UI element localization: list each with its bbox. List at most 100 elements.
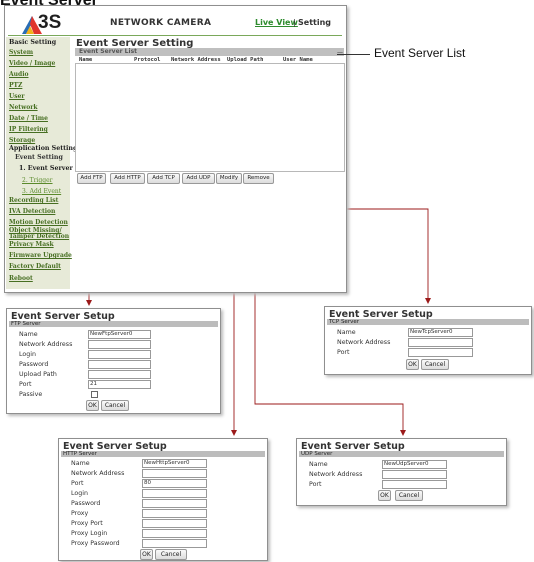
- name-field[interactable]: NewTcpServer0: [408, 328, 473, 337]
- name-label: Name: [19, 331, 38, 338]
- sidebar-basic-setting: Basic Setting: [9, 39, 57, 46]
- http-setup-dialog: Event Server Setup HTTP Server Name NewH…: [58, 438, 268, 561]
- cancel-button[interactable]: Cancel: [101, 400, 129, 411]
- name-field[interactable]: NewHttpServer0: [142, 459, 207, 468]
- network-address-label: Network Address: [309, 471, 363, 478]
- setting-link[interactable]: Setting: [298, 18, 331, 27]
- proxy-port-label: Proxy Port: [71, 520, 103, 527]
- port-field[interactable]: [408, 348, 473, 357]
- cancel-button[interactable]: Cancel: [155, 549, 187, 560]
- cancel-button[interactable]: Cancel: [421, 359, 449, 370]
- ftp-arrowhead: [86, 300, 92, 306]
- upload-path-field[interactable]: [88, 370, 151, 379]
- port-field[interactable]: 21: [88, 380, 151, 389]
- udp-arrowhead: [400, 430, 406, 436]
- ok-button[interactable]: OK: [86, 400, 99, 411]
- udp-setup-dialog: Event Server Setup UDP Server Name NewUd…: [296, 438, 507, 506]
- sidebar-item-add-event[interactable]: 3. Add Event: [22, 188, 61, 195]
- sidebar-event-setting: Event Setting: [15, 154, 63, 161]
- port-field[interactable]: 80: [142, 479, 207, 488]
- name-field[interactable]: NewUdpServer0: [382, 460, 447, 469]
- proxy-field[interactable]: [142, 509, 207, 518]
- ftp-setup-dialog: Event Server Setup FTP Server Name NewFt…: [6, 308, 221, 414]
- ok-button[interactable]: OK: [140, 549, 153, 560]
- password-field[interactable]: [88, 360, 151, 369]
- network-address-label: Network Address: [71, 470, 125, 477]
- sidebar-item-user[interactable]: User: [9, 93, 25, 100]
- sidebar-item-privacy-mask[interactable]: Privacy Mask: [9, 241, 54, 248]
- name-label: Name: [71, 460, 90, 467]
- section-label: HTTP Server: [63, 451, 97, 457]
- callout-label: Event Server List: [374, 46, 466, 60]
- passive-label: Passive: [19, 391, 43, 398]
- proxy-password-field[interactable]: [142, 539, 207, 548]
- camera-title: NETWORK CAMERA: [110, 18, 212, 28]
- modify-button[interactable]: Modify: [216, 173, 242, 184]
- section-label: FTP Server: [11, 321, 41, 327]
- sidebar: Basic Setting System Video / Image Audio…: [6, 37, 77, 289]
- sidebar-item-ip-filtering[interactable]: IP Filtering: [9, 126, 48, 133]
- sidebar-item-iva-detection[interactable]: IVA Detection: [9, 208, 55, 215]
- event-server-list-label: Event Server List: [79, 48, 138, 55]
- sidebar-item-trigger[interactable]: 2. Trigger: [22, 177, 53, 184]
- password-label: Password: [19, 361, 49, 368]
- upload-path-label: Upload Path: [19, 371, 57, 378]
- sidebar-item-storage[interactable]: Storage: [9, 137, 35, 144]
- add-http-button[interactable]: Add HTTP: [110, 173, 145, 184]
- add-ftp-button[interactable]: Add FTP: [77, 173, 106, 184]
- network-address-field[interactable]: [142, 469, 207, 478]
- sidebar-item-event-server[interactable]: 1. Event Server: [19, 165, 73, 172]
- sidebar-item-ptz[interactable]: PTZ: [9, 82, 22, 89]
- network-address-field[interactable]: [382, 470, 447, 479]
- sidebar-item-factory-default[interactable]: Factory Default: [9, 263, 61, 270]
- sidebar-item-audio[interactable]: Audio: [9, 71, 29, 78]
- network-address-label: Network Address: [19, 341, 73, 348]
- sidebar-item-date-time[interactable]: Date / Time: [9, 115, 48, 122]
- sidebar-item-motion-detection[interactable]: Motion Detection: [9, 219, 68, 226]
- callout-line: [337, 54, 370, 55]
- port-label: Port: [309, 481, 322, 488]
- login-field[interactable]: [88, 350, 151, 359]
- proxy-port-field[interactable]: [142, 519, 207, 528]
- passive-checkbox[interactable]: [91, 391, 98, 398]
- login-field[interactable]: [142, 489, 207, 498]
- password-label: Password: [71, 500, 101, 507]
- live-view-link[interactable]: Live View: [255, 18, 298, 27]
- add-tcp-button[interactable]: Add TCP: [147, 173, 180, 184]
- event-server-list[interactable]: [75, 63, 345, 172]
- cancel-button[interactable]: Cancel: [395, 490, 423, 501]
- proxy-label: Proxy: [71, 510, 89, 517]
- header-separator: |: [293, 18, 296, 27]
- sidebar-item-video-image[interactable]: Video / Image: [9, 60, 55, 67]
- sidebar-item-network[interactable]: Network: [9, 104, 38, 111]
- remove-button[interactable]: Remove: [243, 173, 274, 184]
- network-address-field[interactable]: [408, 338, 473, 347]
- name-field[interactable]: NewFtpServer0: [88, 330, 151, 339]
- add-udp-button[interactable]: Add UDP: [182, 173, 215, 184]
- sidebar-item-object-missing[interactable]: Object Missing/ Tamper Detection: [9, 228, 71, 240]
- sidebar-item-system[interactable]: System: [9, 49, 33, 56]
- tcp-arrowhead: [425, 298, 431, 304]
- proxy-password-label: Proxy Password: [71, 540, 120, 547]
- password-field[interactable]: [142, 499, 207, 508]
- logo-text: 3S: [38, 12, 62, 33]
- section-label: TCP Server: [329, 319, 359, 325]
- login-label: Login: [19, 351, 36, 358]
- login-label: Login: [71, 490, 88, 497]
- header-rule: [8, 35, 342, 36]
- port-field[interactable]: [382, 480, 447, 489]
- proxy-login-field[interactable]: [142, 529, 207, 538]
- name-label: Name: [309, 461, 328, 468]
- tcp-setup-dialog: Event Server Setup TCP Server Name NewTc…: [324, 306, 532, 375]
- name-label: Name: [337, 329, 356, 336]
- port-label: Port: [71, 480, 84, 487]
- http-arrowhead: [231, 430, 237, 436]
- ok-button[interactable]: OK: [406, 359, 419, 370]
- network-address-field[interactable]: [88, 340, 151, 349]
- network-address-label: Network Address: [337, 339, 391, 346]
- sidebar-item-firmware-upgrade[interactable]: Firmware Upgrade: [9, 252, 72, 259]
- ok-button[interactable]: OK: [378, 490, 391, 501]
- sidebar-item-recording-list[interactable]: Recording List: [9, 197, 58, 204]
- section-label: UDP Server: [301, 451, 333, 457]
- sidebar-item-reboot[interactable]: Reboot: [9, 275, 33, 282]
